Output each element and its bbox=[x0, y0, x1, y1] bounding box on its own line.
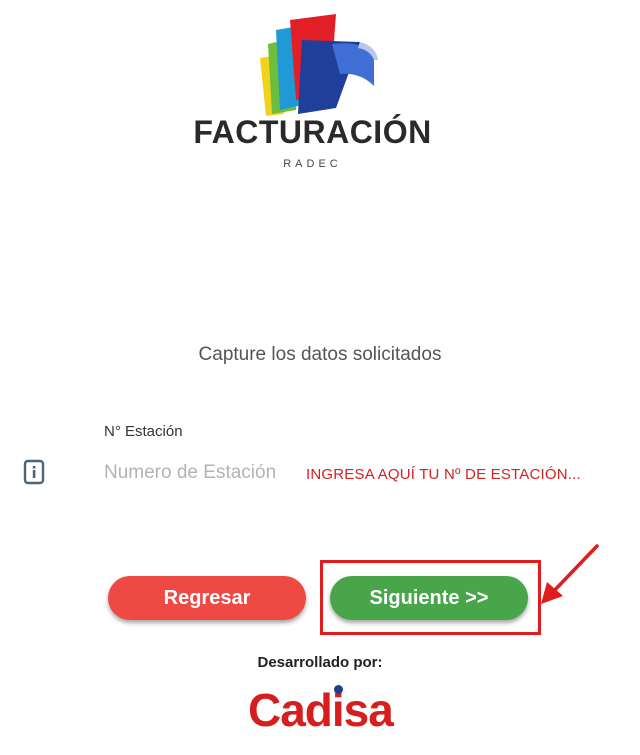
logo-subtitle: RADEC bbox=[283, 158, 342, 170]
cadisa-dot-icon bbox=[334, 685, 343, 694]
logo-title: FACTURACIÓN bbox=[193, 114, 432, 150]
back-button[interactable]: Regresar bbox=[108, 576, 306, 620]
station-annotation: INGRESA AQUÍ TU Nº DE ESTACIÓN... bbox=[306, 466, 581, 483]
cadisa-logo: Cadisa bbox=[248, 683, 394, 749]
info-icon bbox=[23, 459, 45, 485]
cadisa-logo-text: Cadisa bbox=[248, 684, 394, 736]
facturacion-logo-icon bbox=[260, 14, 378, 116]
station-label: N° Estación bbox=[104, 423, 183, 440]
next-button[interactable]: Siguiente >> bbox=[330, 576, 528, 620]
form-instruction: Capture los datos solicitados bbox=[198, 344, 442, 365]
station-number-input[interactable] bbox=[100, 458, 308, 488]
pointer-arrow-icon bbox=[541, 544, 599, 604]
developed-by-label: Desarrollado por: bbox=[257, 654, 383, 671]
